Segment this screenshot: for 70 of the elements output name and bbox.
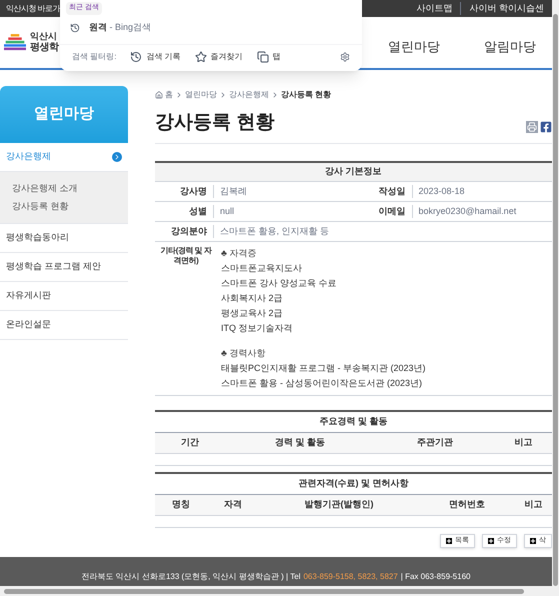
sidebar-title: 열린마당 [0, 86, 128, 143]
column-header: 면허번호 [448, 498, 486, 512]
submenu-item[interactable]: 강사은행제 소개 [12, 182, 116, 196]
footer-address: 전라북도 익산시 선화로133 (모현동, 익산시 평생학습관 ) | Tel [82, 571, 300, 583]
column-header: 비고 [514, 436, 534, 450]
column-header: 발행기관(발행인) [304, 498, 374, 512]
list-line: 스마트폰 강사 양성교육 수료 [221, 277, 338, 290]
history-icon [130, 51, 142, 63]
field-label: 이메일 [378, 204, 406, 218]
logo-icon [4, 33, 26, 52]
breadcrumb-link[interactable]: 강사은행제 [229, 89, 269, 101]
separator-icon [175, 91, 183, 99]
logo-text: 익산시 [30, 30, 58, 42]
breadcrumb-link[interactable]: 강사등록 현황 [281, 89, 332, 101]
column-header: 경력 및 활동 [274, 436, 326, 450]
plus-icon [488, 538, 494, 544]
star-icon [194, 51, 207, 63]
group-heading: ♣ 자격증 [221, 247, 258, 260]
separator-icon [271, 91, 279, 99]
breadcrumb-link[interactable]: 열린마당 [185, 89, 217, 101]
field-label: 기타(경력 및 자격면허) [160, 246, 213, 267]
field-value: null [213, 204, 234, 218]
column-header: 비고 [524, 498, 544, 512]
facebook-icon[interactable] [540, 121, 552, 133]
list-line: 스마트폰교육지도사 [221, 262, 303, 275]
submenu-item[interactable]: 강사등록 현황 [12, 200, 116, 213]
field-value: 김복례 [213, 184, 247, 198]
list-line: 평생교육사 2급 [221, 307, 284, 320]
page-title: 강사등록 현황 [155, 110, 274, 134]
field-value: 스마트폰 활용, 인지재활 등 [213, 224, 330, 238]
history-icon [70, 22, 80, 32]
top-link[interactable]: 사이트맵 [408, 2, 452, 16]
logo-text: 평생학 [30, 42, 58, 54]
list-line: 스마트폰 활용 - 삼성동어린이작은도서관 (2023년) [221, 377, 424, 390]
field-value: bokrye0230@hamail.net [412, 204, 516, 218]
footer-phone: 063-859-5158, 5823, 5827 [303, 571, 398, 583]
top-link[interactable]: 사이버 학이시습센 [460, 2, 544, 16]
list-line: 사회복지사 2급 [221, 292, 284, 305]
field-label: 작성일 [378, 184, 406, 198]
column-header: 주관기관 [416, 436, 454, 450]
home-icon [155, 91, 163, 99]
column-header: 자격 [223, 498, 243, 512]
nav-link[interactable]: 알림마당 [484, 36, 536, 56]
list-line: 태블릿PC인지재활 프로그램 - 부송복지관 (2023년) [221, 362, 426, 375]
footer-fax: | Fax 063-859-5160 [400, 571, 470, 583]
section-title: 강사 기본정보 [155, 163, 552, 182]
field-value: 2023-08-18 [412, 184, 465, 198]
field-label: 성별 [188, 204, 208, 218]
nav-link[interactable]: 열린마당 [388, 36, 440, 56]
filter-button[interactable]: 즐겨찾기 [194, 51, 243, 63]
list-line: ITQ 정보기술자격 [221, 322, 294, 335]
column-header: 명칭 [171, 498, 191, 512]
chevron-icon [112, 152, 122, 162]
plus-icon [530, 538, 536, 544]
tabs-icon [256, 51, 269, 63]
settings-icon[interactable] [340, 52, 350, 62]
group-heading: ♣ 경력사항 [221, 347, 266, 360]
horizontal-scrollbar[interactable] [0, 586, 559, 596]
field-label: 강의분야 [170, 224, 208, 238]
top-link[interactable]: 익산시청 바로가 [6, 2, 60, 14]
column-header: 기간 [180, 436, 200, 450]
vertical-scrollbar[interactable] [552, 0, 559, 586]
history-item[interactable]: 원격 - Bing검색 [60, 18, 362, 38]
filter-button[interactable]: 탭 [256, 51, 281, 63]
field-label: 강사명 [179, 184, 208, 198]
breadcrumb-link[interactable]: 홈 [165, 89, 173, 101]
separator-icon [219, 91, 227, 99]
filter-button[interactable]: 검색 기록 [130, 51, 181, 63]
plus-icon [446, 538, 452, 544]
filter-label: 검색 필터링: [72, 51, 116, 63]
